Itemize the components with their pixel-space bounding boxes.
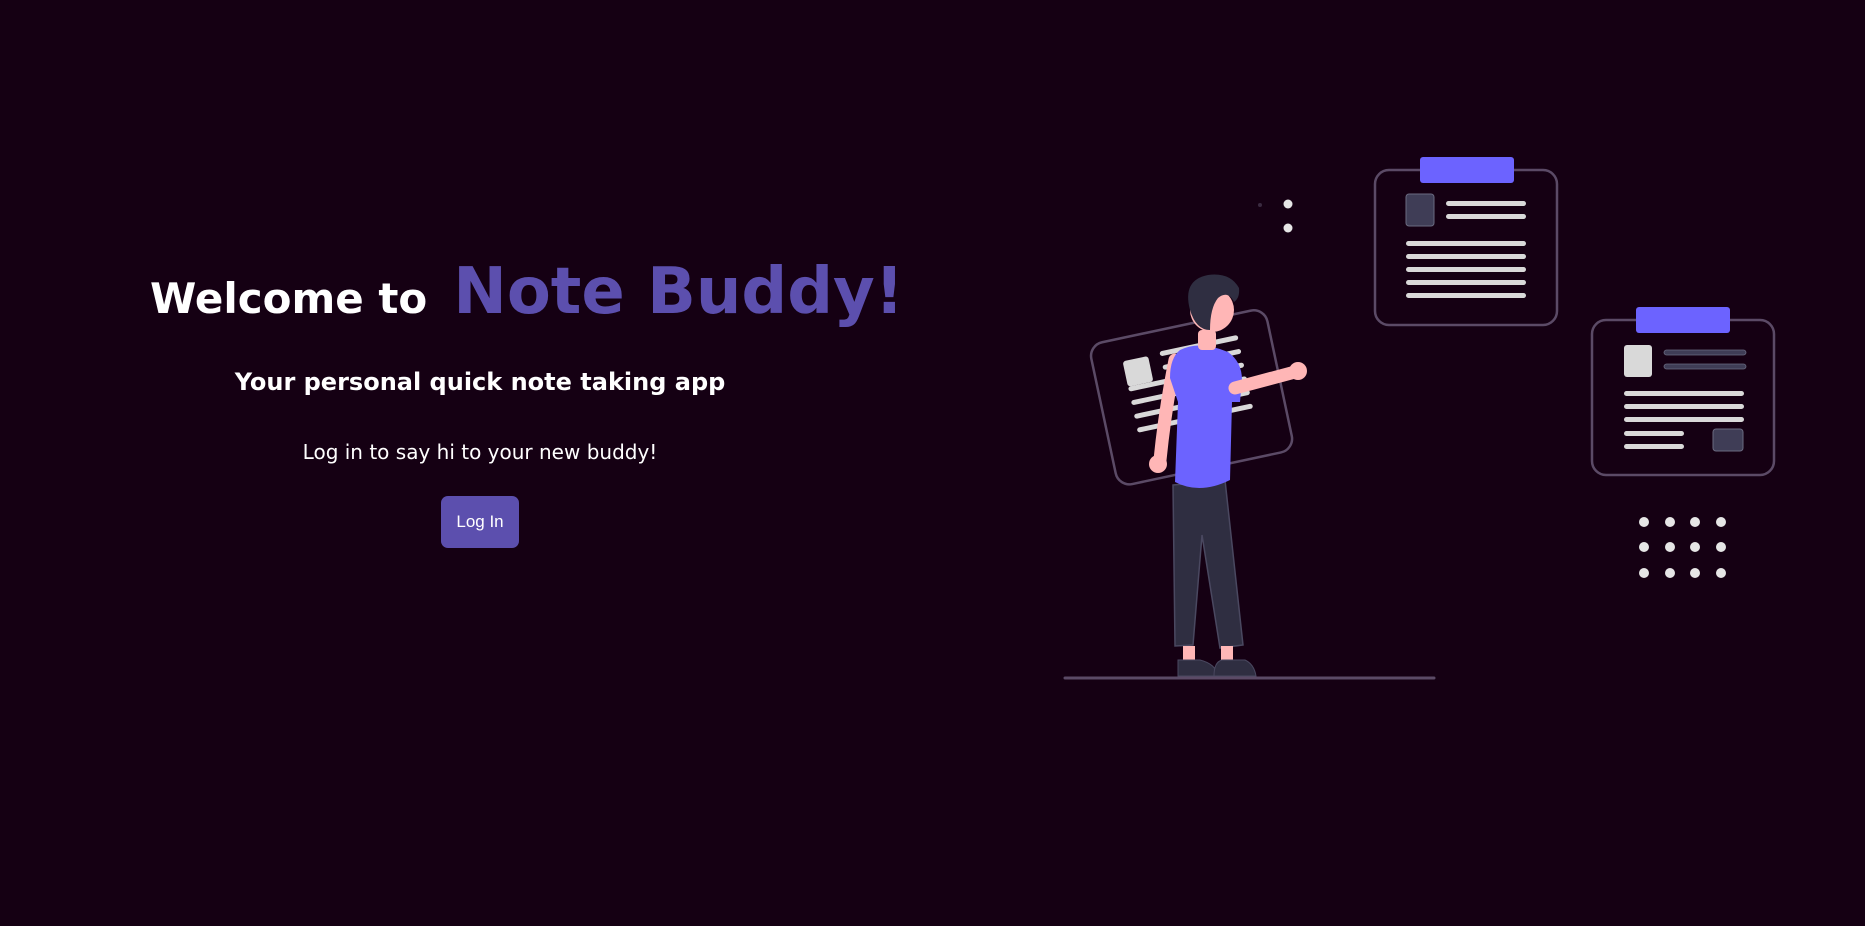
landing-page: Welcome to Note Buddy! Your personal quic… bbox=[0, 0, 1865, 926]
note-card-icon bbox=[1590, 307, 1776, 477]
login-prompt: Log in to say hi to your new buddy! bbox=[302, 440, 658, 464]
dot-grid-icon bbox=[1639, 517, 1726, 578]
hero-section: Welcome to Note Buddy! Your personal quic… bbox=[150, 260, 904, 548]
person-with-notes-illustration bbox=[1063, 157, 1776, 680]
floating-dots-icon bbox=[1258, 199, 1293, 233]
page-title: Welcome to Note Buddy! bbox=[150, 260, 904, 324]
welcome-text: Welcome to bbox=[150, 274, 428, 323]
brand-name: Note Buddy! bbox=[453, 255, 904, 329]
login-button[interactable]: Log In bbox=[441, 496, 519, 548]
tagline: Your personal quick note taking app bbox=[234, 368, 726, 396]
note-card-icon bbox=[1373, 157, 1559, 327]
